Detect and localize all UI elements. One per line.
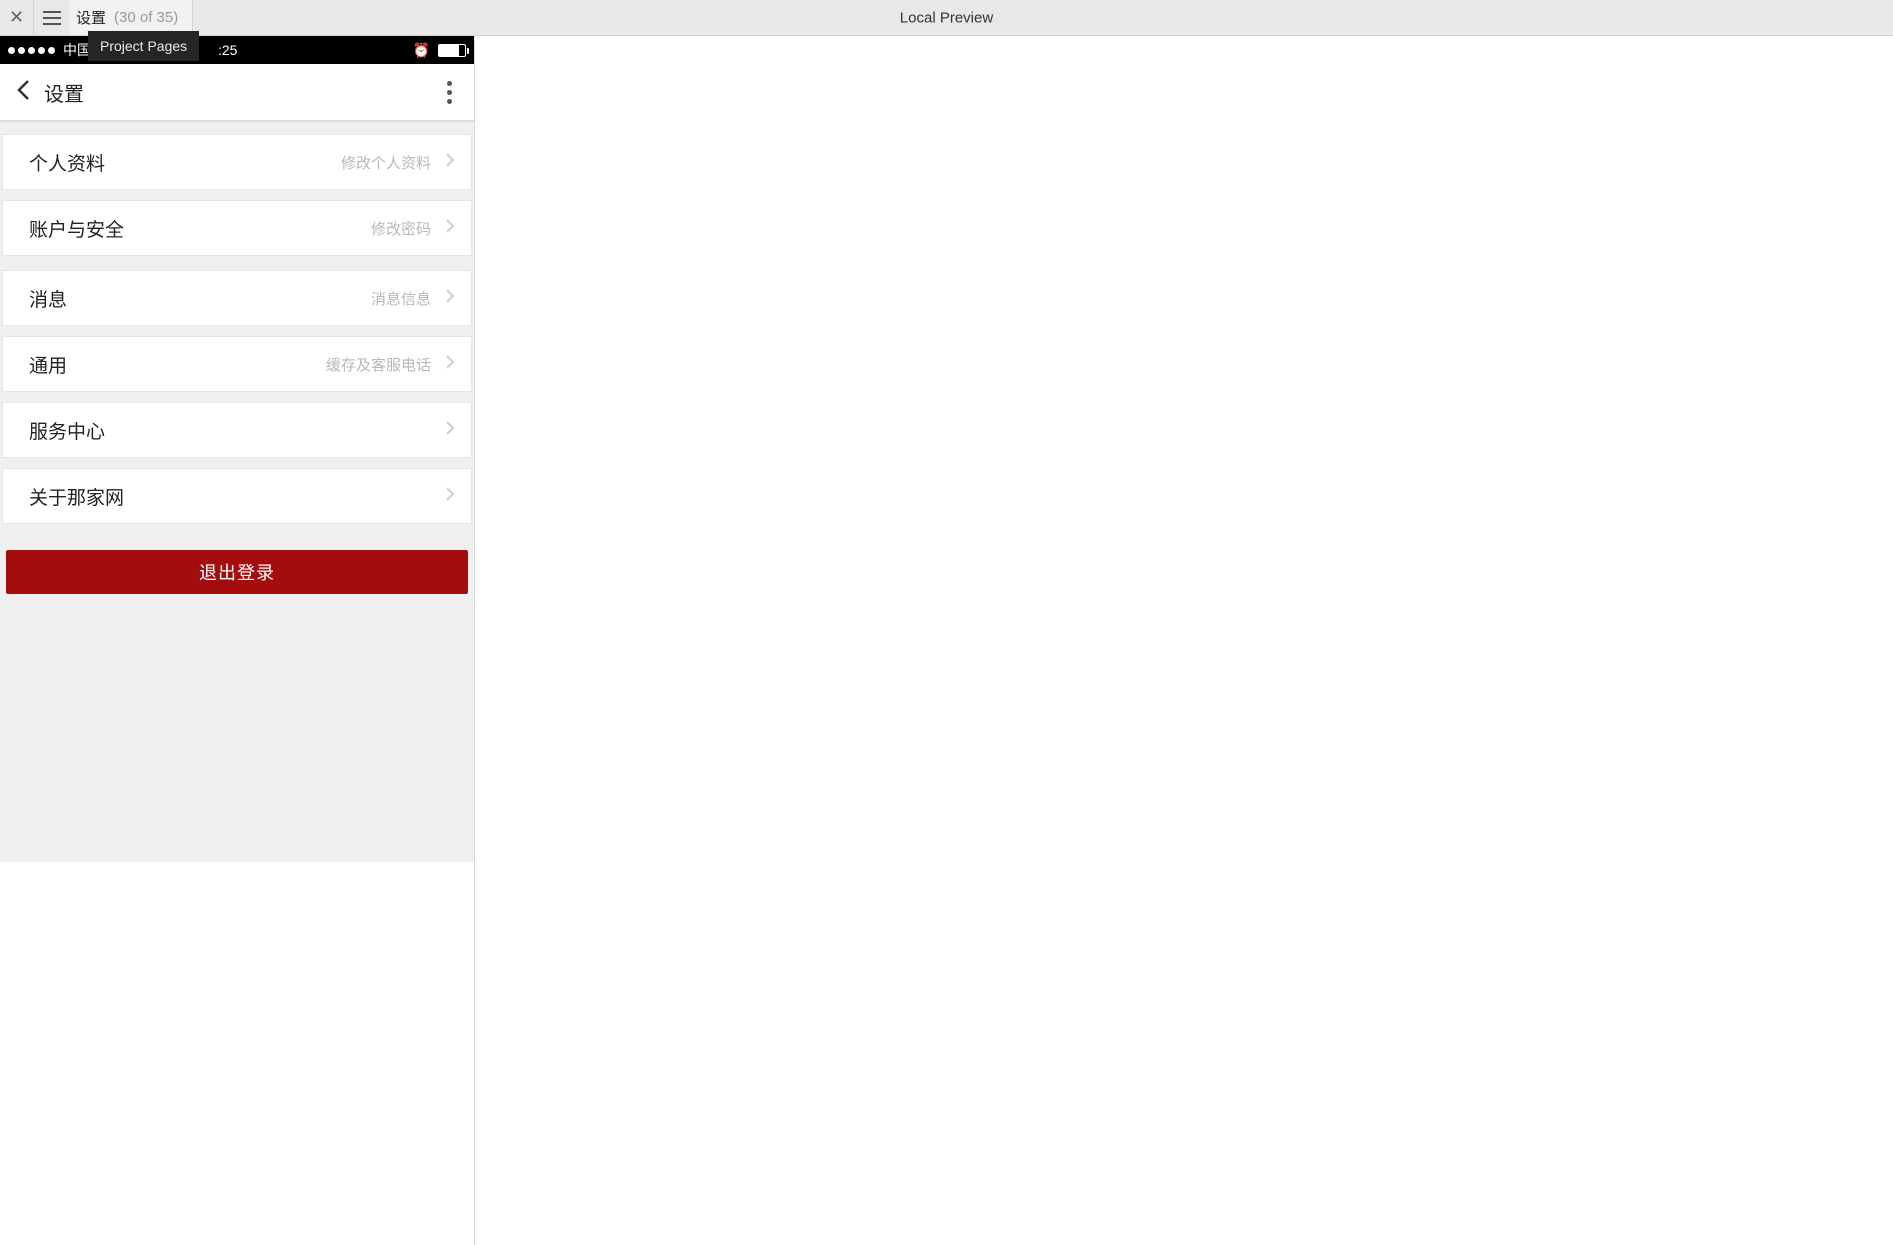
hamburger-icon <box>43 11 61 25</box>
item-right <box>431 486 455 507</box>
page-title: 设置 <box>44 78 84 107</box>
chevron-right-icon <box>445 218 455 239</box>
app-toolbar: ✕ 设置 (30 of 35) Local Preview <box>0 0 1893 36</box>
item-label: 通用 <box>29 351 67 378</box>
preview-pane <box>475 36 1893 1245</box>
status-time: :25 <box>218 42 237 58</box>
status-left: 中国 <box>8 40 91 60</box>
logout-button[interactable]: 退出登录 <box>6 550 468 594</box>
phone-preview: 中国 :25 ⏰ 设置 <box>0 36 474 862</box>
menu-button[interactable] <box>34 0 70 35</box>
preview-mode-label: Local Preview <box>900 9 993 26</box>
close-icon: ✕ <box>9 7 24 28</box>
settings-content: 个人资料 修改个人资料 账户与安全 修改密码 <box>0 122 474 862</box>
item-right: 消息信息 <box>371 288 455 309</box>
settings-item-about[interactable]: 关于那家网 <box>2 468 472 524</box>
settings-item-general[interactable]: 通用 缓存及客服电话 <box>2 336 472 392</box>
settings-item-account-security[interactable]: 账户与安全 修改密码 <box>2 200 472 256</box>
settings-item-messages[interactable]: 消息 消息信息 <box>2 270 472 326</box>
status-bar: 中国 :25 ⏰ <box>0 36 474 64</box>
item-label: 个人资料 <box>29 149 105 176</box>
item-hint: 修改密码 <box>371 218 431 239</box>
more-button[interactable] <box>441 75 458 110</box>
carrier-label: 中国 <box>63 40 91 60</box>
more-icon <box>447 81 452 86</box>
item-hint: 修改个人资料 <box>341 152 431 173</box>
battery-icon <box>438 44 466 57</box>
project-pages-tooltip: Project Pages <box>88 31 199 61</box>
chevron-right-icon <box>445 486 455 507</box>
item-label: 消息 <box>29 285 67 312</box>
item-right <box>431 420 455 441</box>
page-tab[interactable]: 设置 (30 of 35) <box>70 0 193 35</box>
item-hint: 缓存及客服电话 <box>326 354 431 375</box>
chevron-right-icon <box>445 354 455 375</box>
chevron-left-icon <box>16 79 30 101</box>
settings-group-1: 个人资料 修改个人资料 账户与安全 修改密码 <box>0 134 474 256</box>
item-label: 服务中心 <box>29 417 105 444</box>
close-button[interactable]: ✕ <box>0 0 34 35</box>
tab-count: (30 of 35) <box>114 9 178 26</box>
item-right: 修改个人资料 <box>341 152 455 173</box>
chevron-right-icon <box>445 288 455 309</box>
settings-group-2: 消息 消息信息 通用 缓存及客服电话 <box>0 270 474 524</box>
signal-icon <box>8 47 55 54</box>
nav-left: 设置 <box>16 78 84 107</box>
workspace: 中国 :25 ⏰ 设置 <box>0 36 1893 1245</box>
chevron-right-icon <box>445 152 455 173</box>
item-label: 账户与安全 <box>29 215 124 242</box>
logout-label: 退出登录 <box>199 559 275 585</box>
item-right: 缓存及客服电话 <box>326 354 455 375</box>
item-label: 关于那家网 <box>29 483 124 510</box>
item-right: 修改密码 <box>371 218 455 239</box>
tab-title: 设置 <box>76 7 106 28</box>
back-button[interactable] <box>16 79 30 106</box>
settings-item-profile[interactable]: 个人资料 修改个人资料 <box>2 134 472 190</box>
nav-bar: 设置 <box>0 64 474 122</box>
item-hint: 消息信息 <box>371 288 431 309</box>
chevron-right-icon <box>445 420 455 441</box>
status-right: ⏰ <box>413 42 466 59</box>
alarm-icon: ⏰ <box>413 42 430 59</box>
settings-item-service-center[interactable]: 服务中心 <box>2 402 472 458</box>
